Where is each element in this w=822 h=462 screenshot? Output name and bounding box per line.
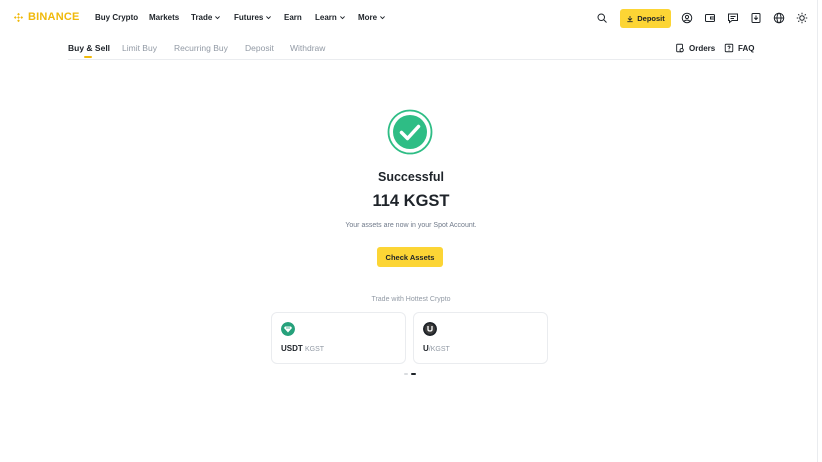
deposit-label: Deposit: [637, 14, 665, 23]
nav-label: Learn: [315, 13, 337, 22]
carousel-dot-active[interactable]: [411, 373, 416, 375]
tab-deposit[interactable]: Deposit: [245, 43, 274, 53]
status-title: Successful: [377, 170, 444, 184]
active-tab-indicator: [84, 56, 92, 58]
carousel-dot[interactable]: [404, 373, 408, 375]
assets-note: Your assets are now in your Spot Account…: [345, 222, 477, 229]
download-arrow-icon: [627, 15, 633, 22]
tab-recurring-buy[interactable]: Recurring Buy: [174, 43, 228, 53]
chevron-down-icon: [339, 16, 345, 20]
quote-asset: /KGST: [428, 346, 450, 353]
language-icon[interactable]: [773, 12, 785, 24]
orders-label: Orders: [689, 43, 716, 53]
top-navigation: BINANCE Buy Crypto Markets Trade Futures…: [0, 0, 822, 37]
pair-label: U/KGST: [423, 344, 450, 353]
nav-label: Buy Crypto: [95, 13, 139, 22]
deposit-button[interactable]: Deposit: [620, 9, 671, 28]
nav-learn[interactable]: Learn: [315, 13, 346, 22]
check-assets-button[interactable]: Check Assets: [377, 247, 443, 267]
binance-logo-icon: [13, 12, 24, 22]
nav-label: More: [358, 13, 378, 22]
theme-toggle-icon[interactable]: [796, 12, 808, 24]
nav-futures[interactable]: Futures: [234, 13, 272, 22]
faq-label: FAQ: [738, 43, 755, 53]
tab-limit-buy[interactable]: Limit Buy: [122, 43, 157, 53]
scrollbar-track[interactable]: [817, 0, 818, 462]
nav-label: Markets: [149, 13, 180, 22]
nav-markets[interactable]: Markets: [149, 13, 179, 22]
nav-label: Futures: [234, 13, 264, 22]
success-check-icon: [387, 109, 433, 155]
chevron-down-icon: [380, 16, 386, 20]
u-coin-icon: [423, 322, 437, 336]
crypto-card-usdt[interactable]: USDT KGST: [271, 312, 406, 364]
chevron-down-icon: [266, 16, 272, 20]
tether-icon: [281, 322, 295, 336]
pair-label: USDT KGST: [281, 344, 324, 353]
hottest-crypto-title: Trade with Hottest Crypto: [371, 296, 451, 303]
purchased-amount: 114 KGST: [372, 192, 450, 210]
base-asset: USDT: [281, 344, 303, 353]
crypto-card-u[interactable]: U/KGST: [413, 312, 548, 364]
nav-trade[interactable]: Trade: [191, 13, 221, 22]
nav-label: Earn: [284, 13, 302, 22]
profile-icon[interactable]: [681, 12, 693, 24]
trade-subtabs: Buy & Sell Limit Buy Recurring Buy Depos…: [68, 38, 754, 60]
orders-icon: [676, 43, 684, 53]
nav-earn[interactable]: Earn: [284, 13, 302, 22]
nav-buy-crypto[interactable]: Buy Crypto: [95, 13, 138, 22]
messages-icon[interactable]: [727, 12, 739, 24]
orders-link[interactable]: Orders: [675, 43, 715, 53]
tab-withdraw[interactable]: Withdraw: [290, 43, 325, 53]
tab-buy-sell[interactable]: Buy & Sell: [68, 43, 110, 53]
binance-logo[interactable]: BINANCE: [13, 11, 80, 23]
search-icon[interactable]: [596, 12, 608, 24]
chevron-down-icon: [215, 16, 221, 20]
brand-name: BINANCE: [28, 11, 80, 23]
download-app-icon[interactable]: [750, 12, 762, 24]
nav-label: Trade: [191, 13, 213, 22]
faq-link[interactable]: FAQ: [724, 43, 754, 53]
nav-more[interactable]: More: [358, 13, 386, 22]
faq-icon: [724, 43, 734, 53]
quote-asset: KGST: [305, 346, 325, 353]
wallet-icon[interactable]: [704, 12, 716, 24]
